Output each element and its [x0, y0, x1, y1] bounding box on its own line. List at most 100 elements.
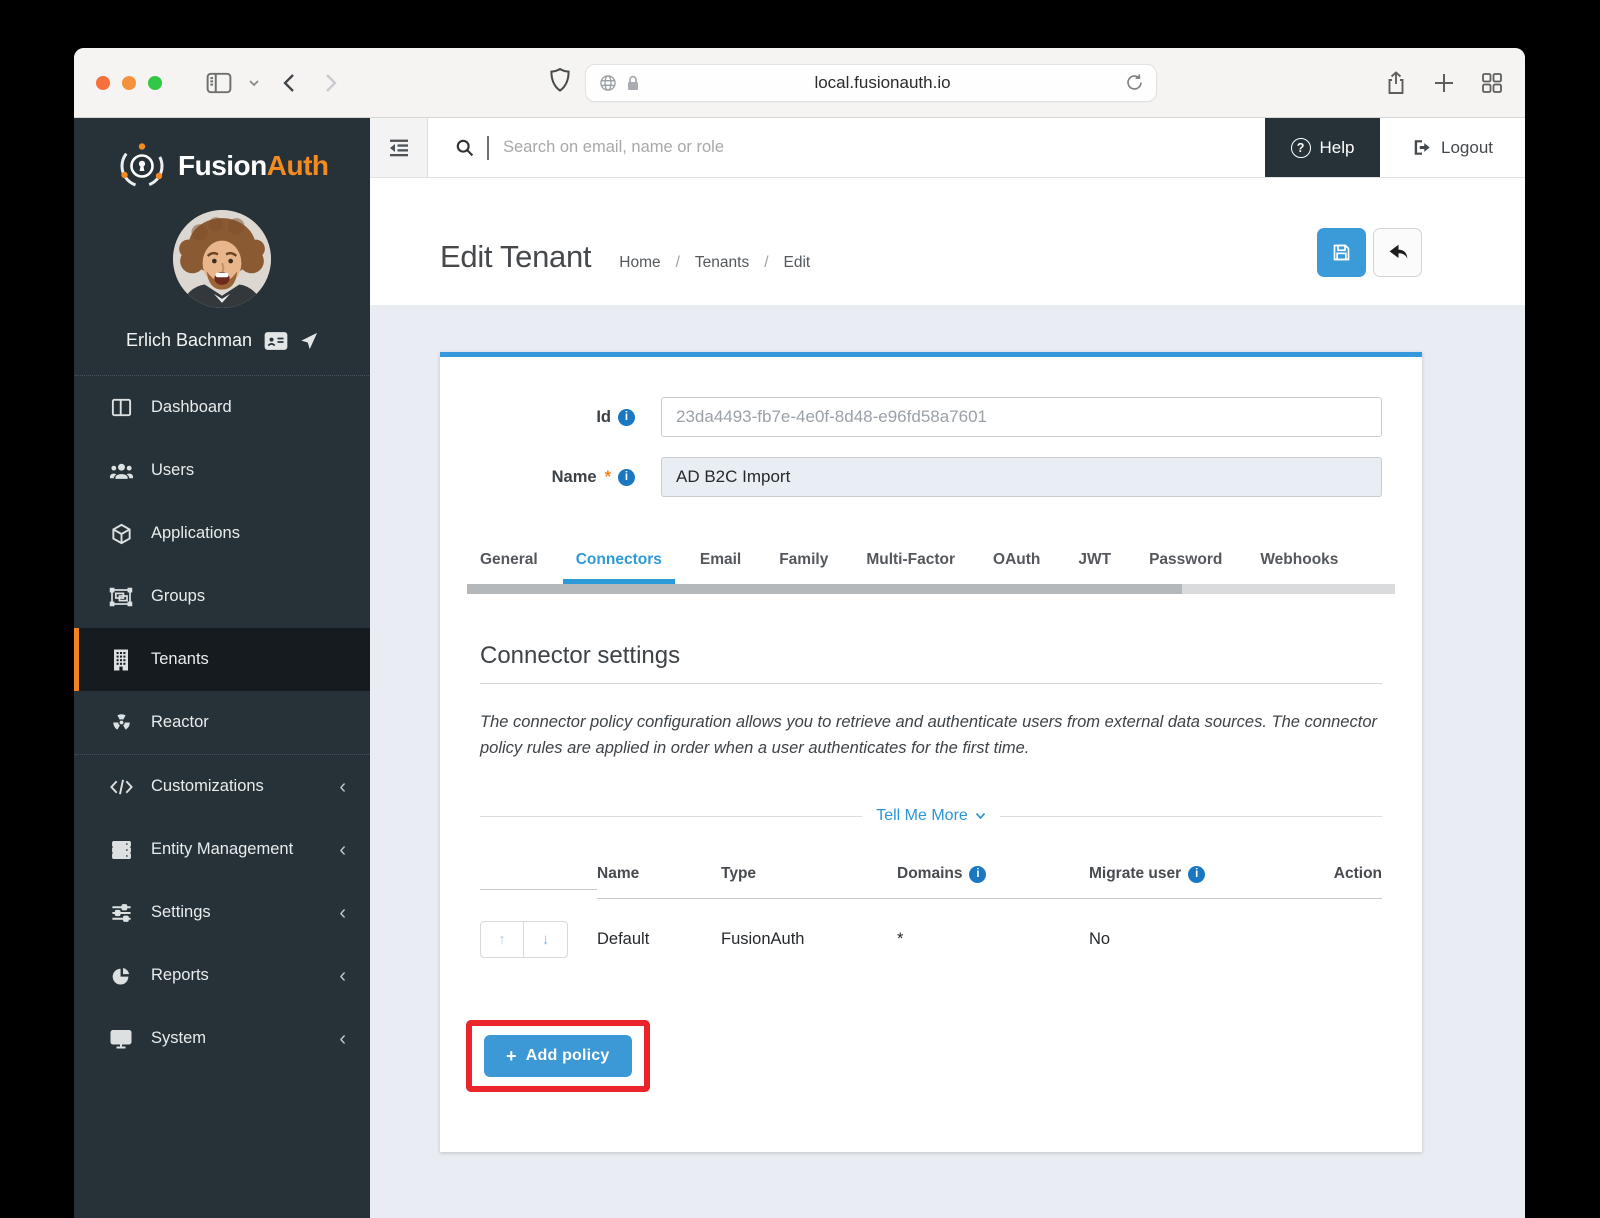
- name-label: Name * i: [480, 468, 635, 487]
- tab-password[interactable]: Password: [1136, 543, 1235, 584]
- applications-icon: [108, 522, 134, 546]
- sidebar-toggle-icon[interactable]: [206, 72, 232, 94]
- info-icon[interactable]: i: [1188, 865, 1206, 883]
- move-up-button[interactable]: ↑: [480, 921, 524, 959]
- id-card-icon[interactable]: [264, 331, 288, 351]
- dashboard-icon: [108, 396, 134, 419]
- fusionauth-logo-icon: [118, 142, 166, 190]
- table-header-action: Action: [1322, 851, 1382, 900]
- search-icon: [454, 137, 475, 158]
- user-line: Erlich Bachman: [74, 330, 370, 351]
- tenant-name-field[interactable]: [661, 457, 1382, 497]
- table-cell-migrate-user: No: [1089, 930, 1111, 949]
- forward-icon[interactable]: [324, 72, 338, 94]
- breadcrumb-tenants[interactable]: Tenants: [695, 254, 749, 272]
- sidebar-item-groups[interactable]: Groups: [74, 565, 370, 628]
- tab-connectors[interactable]: Connectors: [562, 543, 675, 584]
- sidebar: FusionAuth Erlich Bachman Dashboard User…: [74, 118, 370, 1218]
- tell-me-more-link[interactable]: Tell Me More: [876, 807, 986, 825]
- id-row: Id i: [480, 397, 1382, 437]
- name-row: Name * i: [480, 457, 1382, 497]
- minimize-window-button[interactable]: [122, 75, 136, 90]
- window-controls: [96, 75, 162, 90]
- share-icon[interactable]: [1385, 70, 1407, 96]
- tab-family[interactable]: Family: [766, 543, 841, 584]
- breadcrumb-separator: /: [675, 254, 680, 271]
- sidebar-item-tenants[interactable]: Tenants: [74, 628, 370, 691]
- address-bar[interactable]: local.fusionauth.io: [584, 63, 1157, 102]
- sidebar-item-reports[interactable]: Reports ‹: [74, 944, 370, 1007]
- tenant-card: Id i Name* i General Connectors: [440, 352, 1422, 1152]
- reload-icon[interactable]: [1125, 73, 1144, 92]
- globe-icon: [598, 73, 618, 93]
- undo-button[interactable]: [1373, 228, 1422, 277]
- save-icon: [1333, 244, 1350, 261]
- code-icon: [108, 777, 134, 797]
- screen: local.fusionauth.io FusionAuth Erlich Ba…: [0, 0, 1600, 1218]
- collapsed-chevron-icon: ‹: [339, 838, 346, 861]
- annotation-highlight-box: + Add policy: [466, 1020, 650, 1093]
- back-icon[interactable]: [282, 72, 296, 94]
- move-down-button[interactable]: ↓: [524, 921, 568, 959]
- url-zone: local.fusionauth.io: [346, 63, 1359, 102]
- sidebar-item-reactor[interactable]: Reactor: [74, 691, 370, 754]
- chevron-down-icon: [975, 813, 985, 820]
- tab-email[interactable]: Email: [687, 543, 754, 584]
- plus-icon: +: [506, 1046, 517, 1067]
- save-button[interactable]: [1317, 228, 1366, 277]
- browser-window: local.fusionauth.io FusionAuth Erlich Ba…: [74, 48, 1525, 1218]
- tab-general[interactable]: General: [467, 543, 551, 584]
- search-input[interactable]: [501, 137, 921, 158]
- fusionauth-logo[interactable]: FusionAuth: [74, 118, 370, 190]
- tab-webhooks[interactable]: Webhooks: [1247, 543, 1351, 584]
- tenant-tabs: General Connectors Email Family Multi-Fa…: [467, 543, 1382, 584]
- sidebar-item-entity-management[interactable]: Entity Management ‹: [74, 818, 370, 881]
- tell-me-more-divider: Tell Me More: [480, 807, 1383, 825]
- url-text[interactable]: local.fusionauth.io: [641, 73, 1125, 93]
- divider-line: [480, 815, 863, 817]
- new-tab-icon[interactable]: [1433, 72, 1455, 94]
- tab-oauth[interactable]: OAuth: [980, 543, 1053, 584]
- info-icon[interactable]: i: [618, 468, 635, 486]
- table-header-domains: Domains i: [897, 851, 1089, 900]
- close-window-button[interactable]: [96, 75, 110, 90]
- tab-jwt[interactable]: JWT: [1065, 543, 1124, 584]
- tab-multi-factor[interactable]: Multi-Factor: [853, 543, 968, 584]
- info-icon[interactable]: i: [969, 865, 987, 883]
- logout-button[interactable]: Logout: [1380, 118, 1525, 177]
- scrollbar-thumb[interactable]: [467, 584, 1182, 594]
- user-avatar[interactable]: [173, 210, 271, 308]
- info-icon[interactable]: i: [618, 408, 635, 426]
- paper-plane-icon[interactable]: [300, 332, 318, 350]
- sidebar-item-applications[interactable]: Applications: [74, 502, 370, 565]
- user-name: Erlich Bachman: [125, 330, 253, 350]
- zoom-window-button[interactable]: [148, 75, 162, 90]
- browser-titlebar: local.fusionauth.io: [74, 48, 1525, 118]
- page-title: Edit Tenant: [440, 239, 592, 274]
- logout-label: Logout: [1441, 137, 1493, 157]
- collapsed-chevron-icon: ‹: [339, 964, 346, 987]
- sidebar-item-dashboard[interactable]: Dashboard: [74, 376, 370, 439]
- divider-line: [999, 815, 1383, 817]
- sidebar-item-system[interactable]: System ‹: [74, 1007, 370, 1070]
- sidebar-item-settings[interactable]: Settings ‹: [74, 881, 370, 944]
- undo-arrow-icon: [1389, 244, 1407, 259]
- privacy-shield-icon[interactable]: [549, 67, 571, 98]
- outdent-icon: [389, 139, 408, 157]
- reactor-icon: [108, 711, 134, 734]
- sidebar-item-customizations[interactable]: Customizations ‹: [74, 755, 370, 818]
- add-policy-button[interactable]: + Add policy: [484, 1035, 632, 1078]
- tab-overview-icon[interactable]: [1481, 72, 1503, 94]
- help-button[interactable]: ? Help: [1265, 118, 1380, 177]
- help-label: Help: [1319, 137, 1355, 157]
- section-description: The connector policy configuration allow…: [480, 713, 1377, 757]
- content-area: Id i Name* i General Connectors: [370, 305, 1525, 1218]
- chevron-down-icon[interactable]: [248, 78, 260, 88]
- breadcrumb-home[interactable]: Home: [619, 254, 660, 272]
- table-header-name: Name: [597, 851, 721, 900]
- sidebar-item-users[interactable]: Users: [74, 439, 370, 502]
- collapse-sidebar-button[interactable]: [370, 118, 428, 177]
- tenant-id-field[interactable]: [661, 397, 1382, 437]
- id-label: Id i: [480, 408, 635, 427]
- tabs-scrollbar[interactable]: [467, 584, 1395, 594]
